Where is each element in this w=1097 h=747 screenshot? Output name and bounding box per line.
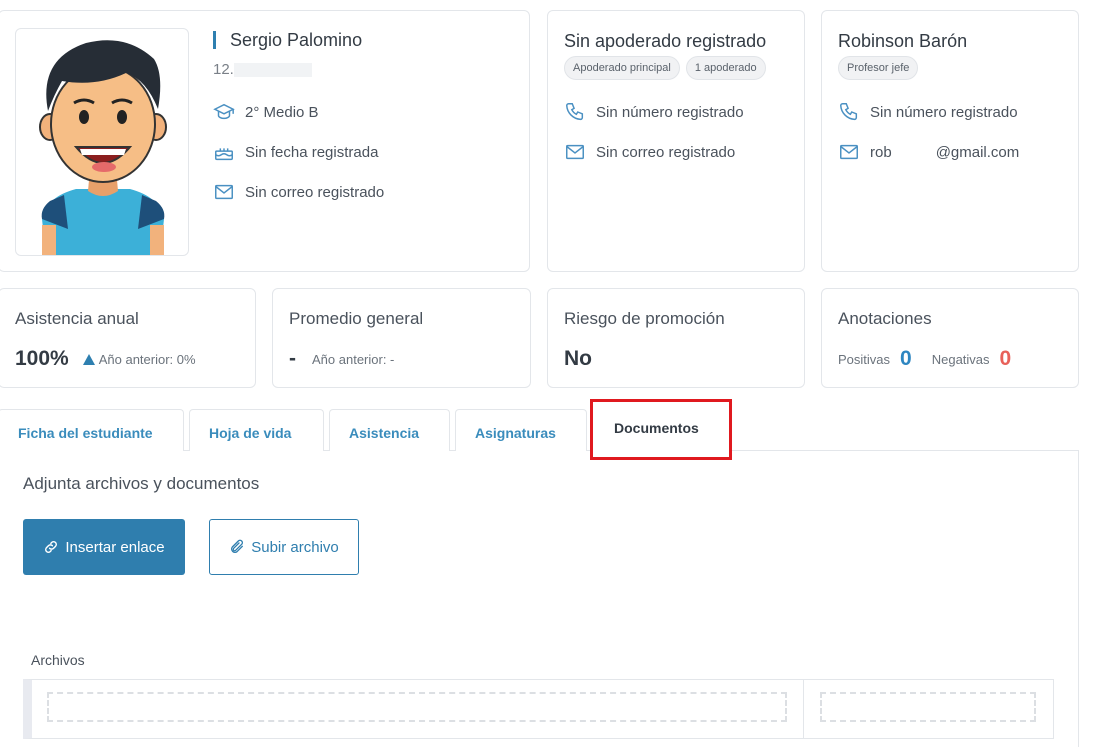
chip-head-teacher: Profesor jefe [838,56,919,80]
rut-redaction [233,63,312,78]
guardian-title: Sin apoderado registrado [564,31,767,51]
teacher-phone: Sin número registrado [870,103,1018,121]
student-rut: 12. [213,61,312,78]
phone-icon [564,101,586,123]
triangle-up-icon [82,353,95,365]
guardian-email: Sin correo registrado [596,143,736,161]
risk-title: Riesgo de promoción [564,309,725,328]
upload-file-button[interactable]: Subir archivo [209,519,359,575]
link-icon [43,539,59,555]
positive-count: 0 [900,347,912,370]
average-card: Promedio general - Año anterior: - [272,288,531,388]
file-drop-placeholder[interactable] [47,692,787,722]
average-value: - [289,347,296,370]
student-email-row: Sin correo registrado [213,181,384,203]
tab-attendance[interactable]: Asistencia [329,409,450,451]
mail-icon [838,141,860,163]
graduation-cap-icon [213,101,235,123]
teacher-email-row: rob @gmail.com [838,141,1019,163]
guardian-card: Sin apoderado registrado Apoderado princ… [547,10,805,272]
student-birthdate: Sin fecha registrada [245,143,379,161]
guardian-email-row: Sin correo registrado [564,141,735,163]
guardian-phone: Sin número registrado [596,103,744,121]
upload-file-label: Subir archivo [251,538,339,556]
student-profile-card: Sergio Palomino 12. 2° Medio B Sin fecha… [0,10,530,272]
student-name: Sergio Palomino [213,31,362,49]
paperclip-icon [229,539,245,555]
teacher-phone-row: Sin número registrado [838,101,1018,123]
student-course-row: 2° Medio B [213,101,319,123]
teacher-name: Robinson Barón [838,31,968,51]
teacher-email-suffix: @gmail.com [935,143,1020,161]
files-divider [803,680,804,738]
teacher-email: rob @gmail.com [870,144,1019,161]
files-label: Archivos [31,652,85,668]
student-rut-prefix: 12. [213,61,234,78]
attendance-prev-row: Año anterior: 0% [82,351,196,367]
attendance-value: 100% [15,347,69,370]
attendance-prev: Año anterior: 0% [98,351,196,367]
attendance-title: Asistencia anual [15,309,139,328]
annotations-card: Anotaciones Positivas 0 Negativas 0 [821,288,1079,388]
tab-subjects[interactable]: Asignaturas [455,409,587,451]
risk-card: Riesgo de promoción No [547,288,805,388]
phone-icon [838,101,860,123]
teacher-chips: Profesor jefe [838,56,924,80]
chip-main-guardian: Apoderado principal [564,56,680,80]
student-avatar [15,28,189,256]
insert-link-label: Insertar enlace [65,538,165,556]
positive-label: Positivas [838,351,891,367]
tab-life-record[interactable]: Hoja de vida [189,409,324,451]
guardian-phone-row: Sin número registrado [564,101,744,123]
student-birthdate-row: Sin fecha registrada [213,141,378,163]
attendance-card: Asistencia anual 100% Año anterior: 0% [0,288,256,388]
documents-tab-highlight [590,399,732,460]
tab-student-profile[interactable]: Ficha del estudiante [0,409,184,451]
email-redaction [891,145,936,160]
chip-guardian-count: 1 apoderado [685,56,766,80]
files-list [23,679,1054,739]
file-drop-placeholder-secondary[interactable] [820,692,1036,722]
annotations-title: Anotaciones [838,309,932,328]
average-prev: Año anterior: - [312,351,395,367]
cake-icon [213,141,235,163]
average-title: Promedio general [289,309,424,328]
teacher-card: Robinson Barón Profesor jefe Sin número … [821,10,1079,272]
documents-heading: Adjunta archivos y documentos [23,474,260,493]
guardian-chips: Apoderado principal 1 apoderado [564,56,772,80]
mail-icon [564,141,586,163]
teacher-email-prefix: rob [870,143,892,161]
risk-value: No [564,347,592,370]
insert-link-button[interactable]: Insertar enlace [23,519,185,575]
student-email: Sin correo registrado [245,183,385,201]
mail-icon [213,181,235,203]
negative-label: Negativas [931,351,990,367]
negative-count: 0 [999,347,1012,370]
student-course: 2° Medio B [245,103,319,121]
